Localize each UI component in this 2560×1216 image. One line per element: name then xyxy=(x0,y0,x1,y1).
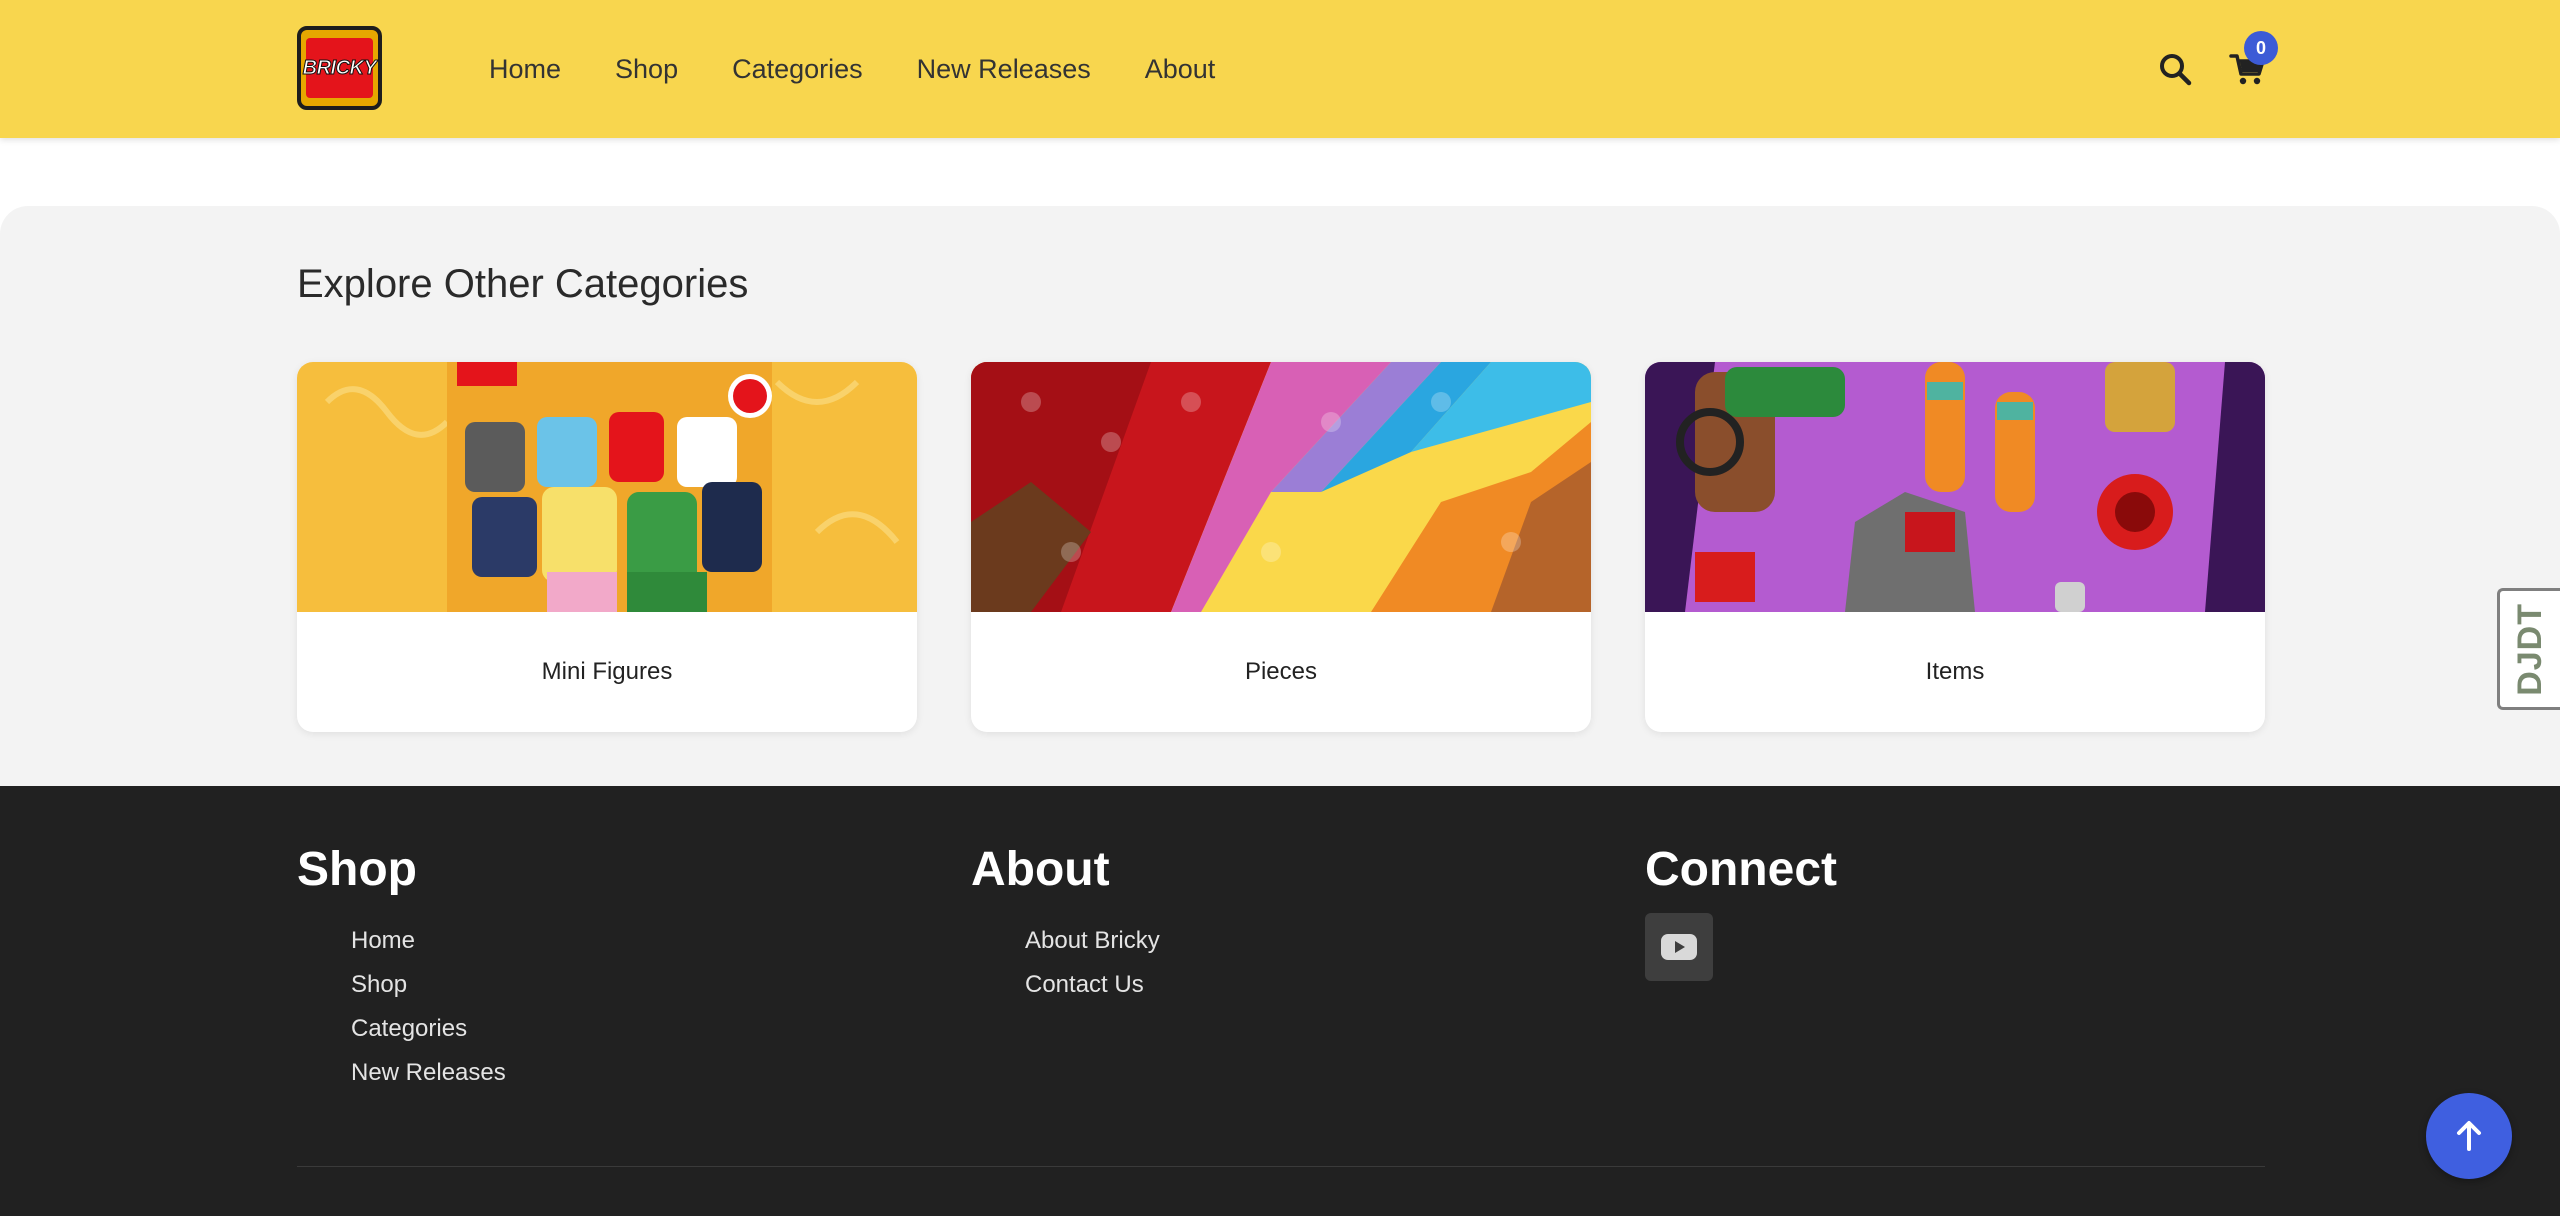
logo-badge: BRICKY xyxy=(302,38,377,98)
footer-connect-heading: Connect xyxy=(1645,843,1837,896)
items-image xyxy=(1645,362,2265,612)
category-card-items[interactable]: Items xyxy=(1645,362,2265,732)
search-icon[interactable] xyxy=(2158,52,2192,86)
bricky-logo[interactable]: BRICKY xyxy=(297,26,382,110)
pieces-image xyxy=(971,362,1591,612)
footer-shop-heading: Shop xyxy=(297,843,417,896)
footer-link-shop[interactable]: Shop xyxy=(351,963,506,1007)
debug-toolbar-tab[interactable]: DJDT xyxy=(2497,588,2560,710)
debug-toolbar-label: DJDT xyxy=(2510,602,2549,696)
minifigures-image xyxy=(297,362,917,612)
footer-about-links: About Bricky Contact Us xyxy=(971,919,1160,1007)
footer-about-heading: About xyxy=(971,843,1110,896)
nav-new-releases[interactable]: New Releases xyxy=(917,54,1091,85)
footer-link-about-bricky[interactable]: About Bricky xyxy=(1025,919,1160,963)
footer-divider xyxy=(297,1166,2265,1167)
category-card-label: Mini Figures xyxy=(541,658,673,685)
nav-home[interactable]: Home xyxy=(489,54,561,85)
section-title: Explore Other Categories xyxy=(297,262,749,306)
logo-text: BRICKY xyxy=(302,56,377,79)
site-header: BRICKY Home Shop Categories New Releases… xyxy=(0,0,2560,138)
site-footer: Shop Home Shop Categories New Releases A… xyxy=(0,786,2560,1216)
footer-link-contact-us[interactable]: Contact Us xyxy=(1025,963,1160,1007)
footer-connect-column: Connect xyxy=(1645,842,1837,981)
explore-categories-section: Explore Other Categories Mini Figures Pi… xyxy=(0,206,2560,786)
category-card-mini-figures[interactable]: Mini Figures xyxy=(297,362,917,732)
footer-link-home[interactable]: Home xyxy=(351,919,506,963)
nav-categories[interactable]: Categories xyxy=(732,54,863,85)
footer-about-column: About About Bricky Contact Us xyxy=(971,842,1160,1007)
category-card-pieces[interactable]: Pieces xyxy=(971,362,1591,732)
cart-count-badge: 0 xyxy=(2244,31,2278,65)
footer-shop-links: Home Shop Categories New Releases xyxy=(297,919,506,1095)
nav-about[interactable]: About xyxy=(1145,54,1216,85)
nav-shop[interactable]: Shop xyxy=(615,54,678,85)
category-card-label: Items xyxy=(1925,658,1985,685)
scroll-to-top-button[interactable] xyxy=(2426,1093,2512,1179)
youtube-icon[interactable] xyxy=(1645,913,1713,981)
footer-link-new-releases[interactable]: New Releases xyxy=(351,1051,506,1095)
footer-link-categories[interactable]: Categories xyxy=(351,1007,506,1051)
arrow-up-icon xyxy=(2457,1121,2481,1151)
main-nav: Home Shop Categories New Releases About xyxy=(489,0,1215,138)
category-card-label: Pieces xyxy=(1244,658,1318,685)
footer-shop-column: Shop Home Shop Categories New Releases xyxy=(297,842,506,1095)
